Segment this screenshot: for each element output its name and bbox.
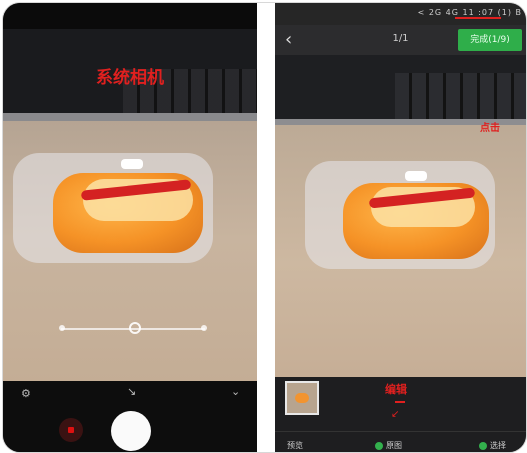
product-label <box>405 171 427 181</box>
edit-arrow-icon: ↙ <box>391 409 400 420</box>
status-bar: < 2G 4G 11 :07 (1) B <box>275 3 526 25</box>
preview-top-bar: ‹ 1/1 完成(1/9) <box>275 25 526 55</box>
status-text: < 2G 4G 11 :07 (1) B <box>417 8 522 17</box>
preview-button[interactable]: 预览 <box>287 440 303 451</box>
screenshot-frame: 系统相机 ⚙ ↘ ⌄ < 2G 4G 11 :07 (1) B ‹ 1/1 完成… <box>2 2 527 453</box>
switch-camera-icon[interactable]: ↘ <box>127 385 136 398</box>
click-annotation: 点击 <box>480 123 500 134</box>
select-toggle[interactable]: 选择 <box>479 440 506 451</box>
shutter-button[interactable] <box>111 411 151 451</box>
system-camera-title: 系统相机 <box>96 68 164 88</box>
flash-icon[interactable]: ⚙ <box>21 387 31 400</box>
camera-top-bar <box>3 3 257 29</box>
system-camera-screen: 系统相机 ⚙ ↘ ⌄ <box>3 3 257 452</box>
select-check-icon <box>479 441 487 450</box>
record-button[interactable] <box>59 418 83 442</box>
preview-bottom-bar: 编辑 ↙ 预览 原图 选择 <box>275 377 526 452</box>
zoom-min-dot <box>59 325 65 331</box>
zoom-max-dot <box>201 325 207 331</box>
background-keyboard <box>275 55 526 127</box>
divider <box>257 3 275 452</box>
status-highlight <box>455 17 501 19</box>
original-radio-icon <box>375 441 383 450</box>
confirm-button[interactable]: 完成(1/9) <box>458 29 522 51</box>
menu-chevron-icon[interactable]: ⌄ <box>231 385 240 398</box>
original-image-toggle[interactable]: 原图 <box>375 440 402 451</box>
zoom-knob[interactable] <box>129 322 141 334</box>
edit-annotation: 编辑 <box>385 383 407 396</box>
selected-thumbnail[interactable] <box>285 381 319 415</box>
product-label <box>121 159 143 169</box>
photo-preview-screen: < 2G 4G 11 :07 (1) B ‹ 1/1 完成(1/9) 点击 编辑… <box>275 3 526 452</box>
edit-underline <box>395 401 405 403</box>
